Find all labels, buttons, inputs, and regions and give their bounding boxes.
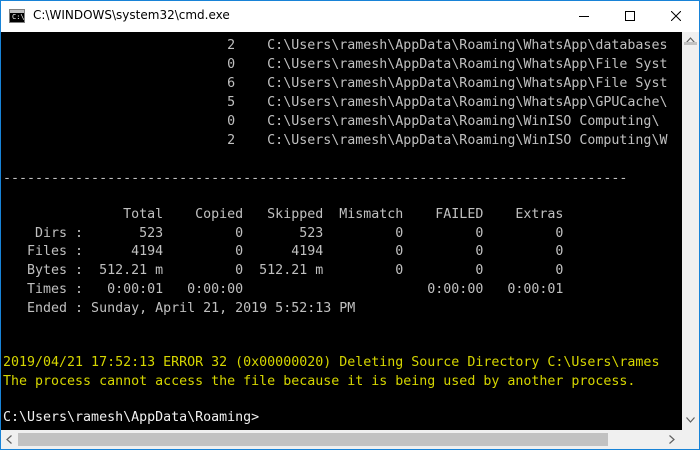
stats-row-files: Files : 4194 0 4194 0 0 0 (3, 244, 564, 259)
console-line: 2 C:\Users\ramesh\AppData\Roaming\WinISO… (3, 133, 668, 148)
vertical-scroll-thumb[interactable] (684, 42, 697, 45)
error-message-line: The process cannot access the file becau… (3, 374, 636, 389)
minimize-icon (579, 16, 589, 17)
vertical-scrollbar[interactable] (682, 32, 699, 430)
console-line: 2 C:\Users\ramesh\AppData\Roaming\WhatsA… (3, 38, 668, 53)
close-icon (671, 11, 681, 21)
ended-line: Ended : Sunday, April 21, 2019 5:52:13 P… (3, 301, 356, 316)
stats-row-bytes: Bytes : 512.21 m 0 512.21 m 0 0 0 (3, 263, 564, 278)
stats-row-dirs: Dirs : 523 0 523 0 0 0 (3, 226, 564, 241)
stats-header: Total Copied Skipped Mismatch FAILED Ext… (3, 207, 564, 222)
horizontal-scrollbar[interactable] (1, 430, 682, 449)
window-title: C:\WINDOWS\system32\cmd.exe (33, 8, 230, 22)
scrollbar-corner (682, 430, 699, 449)
separator-line: ----------------------------------------… (3, 171, 628, 186)
horizontal-scroll-thumb[interactable] (18, 433, 608, 446)
scroll-down-arrow-icon[interactable] (686, 417, 695, 423)
minimize-button[interactable] (561, 1, 607, 32)
error-line: 2019/04/21 17:52:13 ERROR 32 (0x00000020… (3, 355, 660, 370)
console-line: 0 C:\Users\ramesh\AppData\Roaming\WhatsA… (3, 57, 668, 72)
console-line: 6 C:\Users\ramesh\AppData\Roaming\WhatsA… (3, 76, 668, 91)
stats-row-times: Times : 0:00:01 0:00:00 0:00:00 0:00:01 (3, 282, 564, 297)
maximize-icon (625, 11, 635, 21)
close-button[interactable] (653, 1, 699, 32)
cmd-window: C:\ C:\WINDOWS\system32\cmd.exe 2 C:\Use (0, 0, 700, 450)
cmd-app-icon[interactable]: C:\ (9, 9, 25, 23)
title-bar[interactable]: C:\ C:\WINDOWS\system32\cmd.exe (1, 1, 699, 32)
console-line: 0 C:\Users\ramesh\AppData\Roaming\WinISO… (3, 114, 660, 129)
maximize-button[interactable] (607, 1, 653, 32)
console-line: 5 C:\Users\ramesh\AppData\Roaming\WhatsA… (3, 95, 668, 110)
console-output[interactable]: 2 C:\Users\ramesh\AppData\Roaming\WhatsA… (1, 32, 682, 430)
scroll-left-arrow-icon[interactable] (6, 435, 12, 444)
command-prompt[interactable]: C:\Users\ramesh\AppData\Roaming> (3, 408, 259, 427)
app-icon-text: C:\ (12, 13, 25, 21)
scroll-right-arrow-icon[interactable] (669, 435, 675, 444)
